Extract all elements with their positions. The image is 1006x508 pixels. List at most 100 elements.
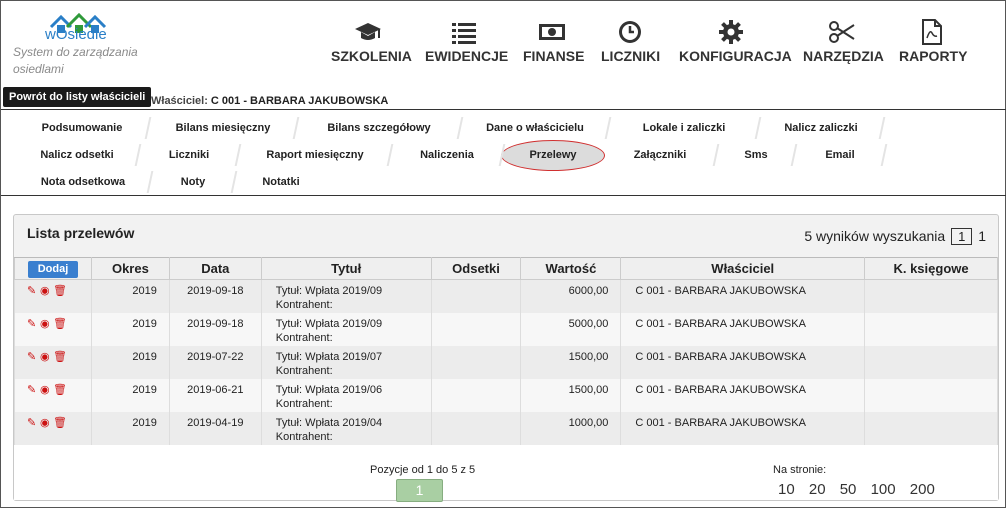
view-icon[interactable]: ◉: [40, 286, 51, 297]
cell-wartosc: 1500,00: [520, 378, 622, 412]
delete-icon[interactable]: 🗑: [53, 286, 67, 297]
delete-icon[interactable]: 🗑: [53, 417, 67, 429]
contractor-text: Kontrahent:: [275, 364, 333, 377]
cell-okres: 2019: [90, 345, 170, 379]
cell-wlasciciel: C 001 - BARBARA JAKUBOWSKA: [620, 279, 866, 313]
cell-wartosc: 1500,00: [520, 345, 622, 379]
table-header-row: Dodaj Okres Data Tytuł Odsetki Wartość W…: [14, 257, 998, 280]
panel-header: Lista przelewów 5 wyników wyszukania 1 1: [14, 215, 998, 255]
nav-ewidencje[interactable]: EWIDENCJE: [425, 19, 508, 64]
cell-tytul: Tytuł: Wpłata 2019/07 Kontrahent:: [260, 345, 432, 379]
money-icon: [539, 24, 565, 40]
row-actions: ✎ ◉ 🗑: [14, 279, 92, 313]
view-icon[interactable]: ◉: [40, 318, 51, 330]
page-number-box[interactable]: 1: [951, 228, 973, 245]
cell-data: 2019-09-18: [168, 279, 262, 313]
scissors-icon: [829, 21, 855, 43]
edit-icon[interactable]: ✎: [27, 351, 38, 363]
tab-dane-o-wlascicielu[interactable]: Dane o właścicielu: [461, 115, 609, 141]
tab-nota-odsetkowa[interactable]: Nota odsetkowa: [15, 169, 151, 195]
graduation-cap-icon: [355, 23, 381, 40]
edit-icon[interactable]: ✎: [27, 384, 38, 396]
cell-wartosc: 1000,00: [520, 411, 622, 445]
per-page-option[interactable]: 50: [840, 481, 857, 498]
tab-raport-miesieczny[interactable]: Raport miesięczny: [239, 142, 391, 168]
cell-k-ksiegowe: [864, 312, 998, 346]
list-icon: [452, 23, 476, 44]
per-page-option[interactable]: 100: [871, 481, 896, 498]
nav-label: FINANSE: [523, 48, 585, 64]
tagline: System do zarządzania osiedlami: [13, 45, 138, 76]
tab-liczniki[interactable]: Liczniki: [139, 142, 239, 168]
per-page-option[interactable]: 20: [809, 481, 826, 498]
edit-icon[interactable]: ✎: [27, 286, 38, 297]
table-footer: Pozycje od 1 do 5 z 5 1 Na stronie: 10 2…: [14, 445, 998, 502]
nav-finanse[interactable]: FINANSE: [523, 19, 585, 64]
per-page-option[interactable]: 10: [778, 481, 795, 498]
column-header-tytul[interactable]: Tytuł: [260, 257, 432, 280]
nav-liczniki[interactable]: LICZNIKI: [601, 19, 660, 64]
view-icon[interactable]: ◉: [40, 351, 51, 363]
cell-odsetki: [430, 345, 522, 379]
tab-bilans-szczegolowy[interactable]: Bilans szczegółowy: [297, 115, 461, 141]
cell-tytul: Tytuł: Wpłata 2019/09 Kontrahent:: [260, 279, 432, 313]
tab-noty[interactable]: Noty: [151, 169, 235, 195]
delete-icon[interactable]: 🗑: [53, 318, 67, 330]
tab-zalaczniki[interactable]: Załączniki: [603, 142, 717, 168]
column-header-data[interactable]: Data: [168, 257, 262, 280]
cell-k-ksiegowe: [864, 279, 998, 313]
column-header-wlasciciel[interactable]: Właściciel: [620, 257, 866, 280]
tab-przelewy[interactable]: Przelewy: [503, 142, 603, 168]
cell-data: 2019-04-19: [168, 411, 262, 445]
column-header-odsetki[interactable]: Odsetki: [430, 257, 522, 280]
cell-data: 2019-09-18: [168, 312, 262, 346]
nav-label: SZKOLENIA: [331, 48, 412, 64]
column-header-k-ksiegowe[interactable]: K. księgowe: [864, 257, 998, 280]
cell-wartosc: 6000,00: [520, 279, 622, 313]
clock-icon: [619, 21, 641, 43]
add-button[interactable]: Dodaj: [27, 260, 79, 278]
per-page-label: Na stronie:: [773, 464, 827, 476]
delete-icon[interactable]: 🗑: [53, 384, 67, 396]
nav-narzedzia[interactable]: NARZĘDZIA: [803, 19, 884, 64]
tab-sms[interactable]: Sms: [717, 142, 795, 168]
view-icon[interactable]: ◉: [40, 384, 51, 396]
table-row: ✎ ◉ 🗑 2019 2019-07-22 Tytuł: Wpłata 2019/07 Ko…: [14, 345, 998, 379]
per-page-option[interactable]: 200: [910, 481, 935, 498]
tab-email[interactable]: Email: [795, 142, 885, 168]
edit-icon[interactable]: ✎: [27, 318, 38, 330]
cell-tytul: Tytuł: Wpłata 2019/06 Kontrahent:: [260, 378, 432, 412]
cell-k-ksiegowe: [864, 345, 998, 379]
cell-odsetki: [430, 411, 522, 445]
cell-okres: 2019: [90, 411, 170, 445]
page-button[interactable]: 1: [396, 479, 443, 502]
tab-nalicz-zaliczki[interactable]: Nalicz zaliczki: [759, 115, 883, 141]
nav-raporty[interactable]: RAPORTY: [899, 19, 967, 64]
table-row: ✎ ◉ 🗑 2019 2019-09-18 Tytuł: Wpłata 2019/09 Ko…: [14, 312, 998, 346]
title-text: Tytuł: Wpłata 2019/06: [275, 383, 383, 396]
tab-naliczenia[interactable]: Naliczenia: [391, 142, 503, 168]
header-add-cell: Dodaj: [14, 257, 92, 280]
cell-wlasciciel: C 001 - BARBARA JAKUBOWSKA: [620, 345, 866, 379]
tab-nalicz-odsetki[interactable]: Nalicz odsetki: [15, 142, 139, 168]
divider: [1, 195, 1006, 196]
gear-icon: [719, 20, 743, 44]
tab-bilans-miesieczny[interactable]: Bilans miesięczny: [149, 115, 297, 141]
view-icon[interactable]: ◉: [40, 417, 51, 429]
cell-wartosc: 5000,00: [520, 312, 622, 346]
tab-lokale-i-zaliczki[interactable]: Lokale i zaliczki: [609, 115, 759, 141]
tab-podsumowanie[interactable]: Podsumowanie: [15, 115, 149, 141]
delete-icon[interactable]: 🗑: [53, 351, 67, 363]
row-actions: ✎ ◉ 🗑: [14, 378, 92, 412]
owner-value: C 001 - BARBARA JAKUBOWSKA: [210, 95, 389, 107]
tab-notatki[interactable]: Notatki: [235, 169, 327, 195]
cell-tytul: Tytuł: Wpłata 2019/09 Kontrahent:: [260, 312, 432, 346]
nav-konfiguracja[interactable]: KONFIGURACJA: [679, 19, 792, 64]
nav-szkolenia[interactable]: SZKOLENIA: [331, 19, 412, 64]
row-actions: ✎ ◉ 🗑: [14, 345, 92, 379]
edit-icon[interactable]: ✎: [27, 417, 38, 429]
column-header-okres[interactable]: Okres: [90, 257, 170, 280]
back-to-owners-button[interactable]: Powrót do listy właścicieli: [3, 87, 152, 107]
column-header-wartosc[interactable]: Wartość: [520, 257, 622, 280]
cell-okres: 2019: [90, 312, 170, 346]
